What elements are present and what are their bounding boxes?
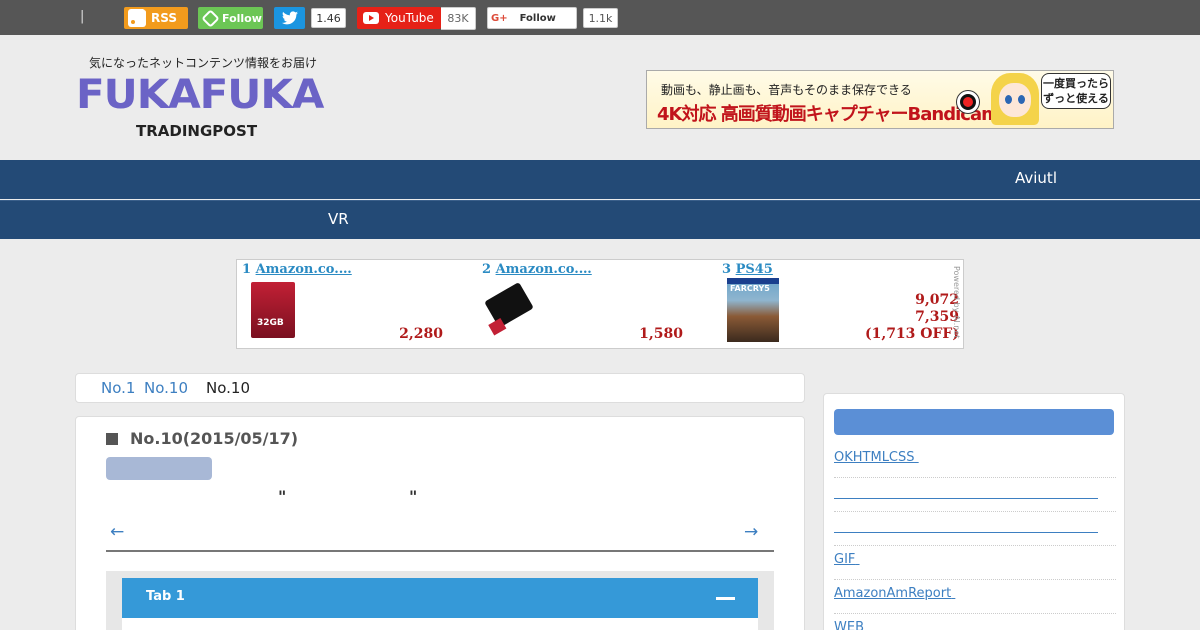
tab-panel: Tab 1 (106, 571, 774, 630)
sidebar-link-3[interactable] (834, 512, 1116, 546)
ranking-item-2[interactable]: 2 Amazon.co.… 1,580 (477, 260, 717, 348)
youtube-label: YouTube (385, 11, 434, 25)
rank-number: 2 (482, 262, 492, 277)
feedly-follow-button[interactable]: Follow (198, 7, 263, 29)
sidebar-link-2[interactable] (834, 478, 1116, 512)
ranking-widget: 1 Amazon.co.… 2,280 2 Amazon.co.… 1,580 … (236, 259, 964, 349)
product-thumbnail-game[interactable] (727, 278, 779, 342)
ranking-title-2[interactable]: 2 Amazon.co.… (482, 262, 592, 277)
divider (106, 550, 774, 552)
record-icon (957, 91, 979, 113)
breadcrumb-current: No.10 (206, 379, 250, 397)
quote-open: " (278, 487, 287, 506)
sidebar-link-text[interactable]: WEB (834, 620, 864, 630)
mascot-image (985, 73, 1045, 128)
tab-header[interactable]: Tab 1 (122, 578, 758, 618)
nav-item-vr[interactable]: VR (328, 210, 349, 228)
nav-item-aviutl[interactable]: Aviutl (1015, 169, 1057, 187)
site-header: 気になったネットコンテンツ情報をお届け FUKAFUKA TRADINGPOST… (0, 35, 1200, 160)
rss-button[interactable]: RSS (124, 7, 188, 29)
site-tagline: 気になったネットコンテンツ情報をお届け (89, 56, 318, 70)
article-card: No.10(2015/05/17) " " ← → Tab 1 (75, 416, 805, 630)
product-price: 1,580 (639, 326, 683, 342)
collapse-icon[interactable] (716, 597, 735, 600)
rss-icon (128, 9, 146, 27)
main-nav-row-2: VR (0, 200, 1200, 239)
sidebar-link-text[interactable]: AmazonAmReport (834, 586, 951, 601)
product-price: 2,280 (399, 326, 443, 342)
category-pill[interactable] (106, 457, 212, 480)
ranking-item-1[interactable]: 1 Amazon.co.… 2,280 (237, 260, 477, 348)
breadcrumb-item-2[interactable]: No.10 (144, 379, 188, 397)
feedly-label: Follow (222, 11, 262, 25)
breadcrumb: No.1 No.10 No.10 (75, 373, 805, 403)
social-bar: | RSS Follow 1.46 YouTube 83K G+ Follow … (0, 0, 1200, 35)
youtube-count: 83K (441, 7, 476, 30)
breadcrumb-item-1[interactable]: No.1 (101, 379, 135, 397)
feedly-icon (201, 8, 220, 28)
youtube-play-icon (363, 12, 379, 24)
product-price: 7,359 (915, 309, 959, 325)
article-title-text: No.10(2015/05/17) (130, 429, 299, 448)
bandicam-ad-banner[interactable]: 動画も、静止画も、音声もそのまま保存できる 4K対応 高画質動画キャプチャーBa… (646, 70, 1114, 129)
sidebar-link-text[interactable]: GIF (834, 552, 855, 567)
youtube-button[interactable]: YouTube (357, 7, 441, 29)
ranking-title-3[interactable]: 3 PS45 (722, 262, 773, 277)
article-title: No.10(2015/05/17) (106, 429, 298, 448)
googleplus-count: 1.1k (583, 8, 618, 28)
googleplus-follow-button[interactable]: G+ Follow (487, 7, 577, 29)
rss-label: RSS (151, 11, 177, 25)
twitter-count: 1.46 (311, 8, 346, 28)
banner-bubble: 一度買ったらずっと使える (1041, 73, 1111, 109)
rank-number: 3 (722, 262, 732, 277)
banner-line1: 動画も、静止画も、音声もそのまま保存できる (661, 83, 912, 97)
product-thumbnail-sd-card[interactable] (251, 282, 295, 338)
logo-main-text: FUKAFUKA (76, 72, 324, 118)
product-link[interactable]: Amazon.co.… (256, 262, 352, 277)
tab-label: Tab 1 (146, 589, 185, 604)
ranking-item-3[interactable]: 3 PS45 9,072 7,359 (1,713 OFF) (717, 260, 959, 348)
main-nav-row-1: Aviutl (0, 160, 1200, 199)
quote-close: " (409, 487, 418, 506)
tab-content (122, 618, 758, 630)
site-logo[interactable]: FUKAFUKA TRADINGPOST (76, 73, 328, 145)
product-link[interactable]: PS45 (736, 262, 773, 277)
sidebar-link-6[interactable]: WEB (834, 614, 1116, 630)
sidebar-heading (834, 409, 1114, 435)
sidebar-link-1[interactable]: OKHTMLCSS (834, 444, 1116, 478)
prev-post-arrow[interactable]: ← (110, 522, 124, 542)
product-list-price: 9,072 (915, 292, 959, 308)
logo-sub-text: TRADINGPOST (136, 122, 258, 140)
sidebar: OKHTMLCSS GIF AmazonAmReport WEB (823, 393, 1125, 630)
square-bullet-icon (106, 433, 118, 445)
product-discount: (1,713 OFF) (864, 326, 959, 342)
ranking-title-1[interactable]: 1 Amazon.co.… (242, 262, 352, 277)
rank-number: 1 (242, 262, 252, 277)
powered-by-label[interactable]: Powered by AI.net (952, 266, 961, 338)
sidebar-link-text[interactable]: OKHTMLCSS (834, 450, 915, 465)
twitter-button[interactable] (274, 7, 305, 29)
googleplus-icon: G+ (491, 12, 508, 24)
googleplus-label: Follow (519, 12, 556, 24)
product-link[interactable]: Amazon.co.… (496, 262, 592, 277)
next-post-arrow[interactable]: → (744, 522, 758, 542)
product-thumbnail-microsd[interactable] (484, 282, 534, 328)
twitter-bird-icon (281, 11, 298, 25)
sidebar-link-4[interactable]: GIF (834, 546, 1116, 580)
separator: | (80, 9, 85, 24)
banner-line2: 4K対応 高画質動画キャプチャーBandicam (657, 104, 1000, 125)
sidebar-link-5[interactable]: AmazonAmReport (834, 580, 1116, 614)
